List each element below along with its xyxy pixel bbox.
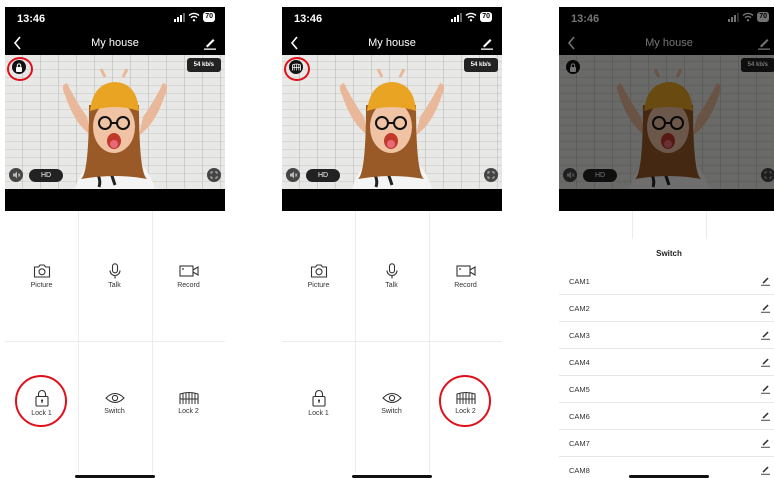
switch-sheet: Switch CAM1 CAM2 CAM3 CAM4 CAM5 CAM6 CAM… <box>559 239 774 478</box>
record-button[interactable]: Record <box>429 263 502 323</box>
edit-icon[interactable] <box>760 329 771 340</box>
video-feed[interactable]: 54 kb/s HD <box>5 55 225 189</box>
switch-button[interactable]: Switch <box>355 391 428 451</box>
edit-icon[interactable] <box>203 36 217 50</box>
battery-icon: 70 <box>203 12 215 22</box>
video-feed[interactable]: 54 kb/s HD <box>282 55 502 189</box>
highlight-ring-lock1 <box>15 375 67 427</box>
highlight-ring-lock2 <box>439 375 491 427</box>
switch-sheet-title: Switch <box>656 249 682 258</box>
signal-icon <box>451 12 463 22</box>
cam-row[interactable]: CAM2 <box>559 295 774 322</box>
phone-screen-switch: 13:46 70 My house <box>559 7 774 478</box>
cam-row[interactable]: CAM1 <box>559 268 774 295</box>
edit-icon[interactable] <box>760 356 771 367</box>
fullscreen-icon[interactable] <box>484 168 498 182</box>
highlight-ring-gate-icon <box>284 57 310 81</box>
lock2-button[interactable]: Lock 2 <box>152 391 225 451</box>
gate-icon <box>178 391 199 404</box>
battery-icon: 70 <box>480 12 492 22</box>
page-title: My house <box>91 37 139 49</box>
bitrate-badge: 54 kb/s <box>186 58 221 72</box>
lock-icon <box>311 389 326 407</box>
microphone-icon <box>108 263 121 279</box>
video-camera-icon <box>178 265 199 277</box>
edit-icon[interactable] <box>480 36 494 50</box>
edit-icon[interactable] <box>760 302 771 313</box>
control-grid: Picture Talk Record Lock 1 Switch Lock 2 <box>282 211 502 478</box>
modal-backdrop[interactable] <box>559 7 774 211</box>
highlight-ring-lock-icon <box>7 57 33 81</box>
title-bar: My house <box>282 31 502 55</box>
speaker-mute-icon[interactable] <box>9 168 23 182</box>
eye-icon <box>104 392 125 404</box>
edit-icon[interactable] <box>760 383 771 394</box>
lock1-button[interactable]: Lock 1 <box>282 389 355 449</box>
status-bar: 13:46 70 <box>5 7 225 31</box>
cam-row[interactable]: CAM5 <box>559 376 774 403</box>
wifi-icon <box>465 12 477 22</box>
record-button[interactable]: Record <box>152 263 225 323</box>
edit-icon[interactable] <box>760 410 771 421</box>
status-bar: 13:46 70 <box>282 7 502 31</box>
page-title: My house <box>368 37 416 49</box>
picture-button[interactable]: Picture <box>282 263 355 323</box>
cam-row[interactable]: CAM7 <box>559 430 774 457</box>
status-time: 13:46 <box>17 13 46 25</box>
fullscreen-icon[interactable] <box>207 168 221 182</box>
cam-row[interactable]: CAM4 <box>559 349 774 376</box>
picture-button[interactable]: Picture <box>5 263 78 323</box>
camera-icon <box>33 264 50 278</box>
eye-icon <box>381 392 402 404</box>
cam-row[interactable]: CAM3 <box>559 322 774 349</box>
talk-button[interactable]: Talk <box>78 263 151 323</box>
hd-toggle-button[interactable]: HD <box>306 169 340 182</box>
speaker-mute-icon[interactable] <box>286 168 300 182</box>
bitrate-badge: 54 kb/s <box>463 58 498 72</box>
edit-icon[interactable] <box>760 275 771 286</box>
wifi-icon <box>188 12 200 22</box>
switch-button[interactable]: Switch <box>78 391 151 451</box>
status-time: 13:46 <box>294 13 323 25</box>
edit-icon[interactable] <box>760 437 771 448</box>
edit-icon[interactable] <box>760 464 771 475</box>
talk-button[interactable]: Talk <box>355 263 428 323</box>
video-camera-icon <box>455 265 476 277</box>
signal-icon <box>174 12 186 22</box>
hd-toggle-button[interactable]: HD <box>29 169 63 182</box>
camera-icon <box>310 264 327 278</box>
phone-screen-lock2: 13:46 70 My house 54 kb/s HD Picture Tal… <box>282 7 502 478</box>
microphone-icon <box>385 263 398 279</box>
cam-row[interactable]: CAM6 <box>559 403 774 430</box>
control-grid: Picture Talk Record Lock 1 Switch Lock 2 <box>5 211 225 478</box>
phone-screen-lock1: 13:46 70 My house 54 kb/s HD Picture Tal… <box>5 7 225 478</box>
title-bar: My house <box>5 31 225 55</box>
